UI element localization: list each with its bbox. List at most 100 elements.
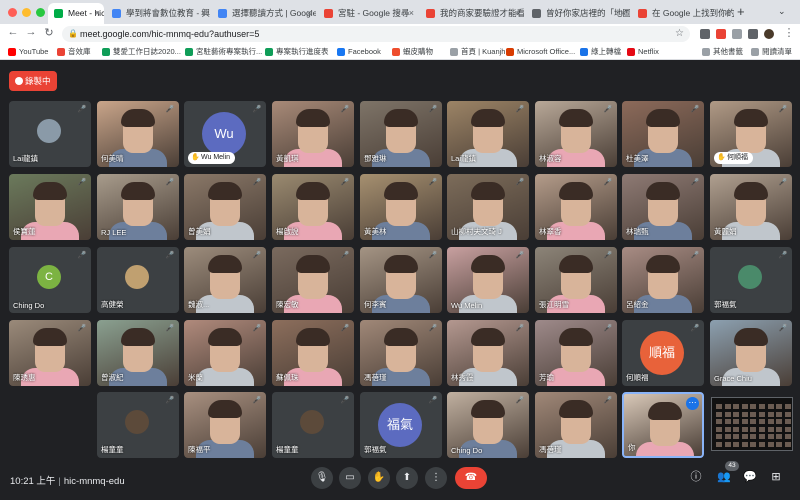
- bookmark-item[interactable]: 雙愛工作日誌2020...: [102, 46, 181, 58]
- participant-tile[interactable]: 🎤 黃凱琪: [272, 101, 354, 167]
- bookmark-item[interactable]: 閱讀清單: [751, 46, 792, 58]
- browser-tab[interactable]: 選擇聽讀方式 | Google ×: [212, 3, 316, 24]
- participant-tile[interactable]: 🎤 楊啟說: [272, 174, 354, 240]
- bookmark-item[interactable]: 綠上轉檔: [580, 46, 621, 58]
- participant-tile[interactable]: 🎤 楊童童: [97, 392, 179, 458]
- participant-tile[interactable]: 🎤 Grace Chiu: [710, 320, 792, 386]
- participant-tile[interactable]: 🎤 林瑞甄: [622, 174, 704, 240]
- participant-tile[interactable]: 🎤 RJ LEE: [97, 174, 179, 240]
- browser-tab[interactable]: 學到將會數位教育 - 興 ×: [106, 3, 210, 24]
- reload-icon[interactable]: ↻: [42, 26, 56, 39]
- participant-tile[interactable]: 🎤 何美晴: [97, 101, 179, 167]
- browser-tab[interactable]: 曾好你家店裡的「地圖 ×: [526, 3, 630, 24]
- participant-tile[interactable]: 🎤 高健榮: [97, 247, 179, 313]
- minimize-window-dot[interactable]: [22, 8, 31, 17]
- bookmark-item[interactable]: 蝦皮購物: [392, 46, 433, 58]
- new-tab-button[interactable]: +: [737, 4, 745, 19]
- participant-tile[interactable]: 🎤 侯寶蓮: [9, 174, 91, 240]
- participant-tile[interactable]: 🎤 林淑容: [535, 101, 617, 167]
- participant-tile[interactable]: 🎤 陳宏敏: [272, 247, 354, 313]
- activities-icon[interactable]: ⊞: [768, 469, 784, 485]
- bookmark-item[interactable]: 其他書籤: [702, 46, 743, 58]
- participant-tile[interactable]: 🎤 郭福氣: [710, 247, 792, 313]
- participant-tile[interactable]: 🎤 鄧雅琳: [360, 101, 442, 167]
- browser-tab[interactable]: 宮駐 - Google 搜尋 ×: [318, 3, 418, 24]
- tab-close-icon[interactable]: ×: [621, 3, 626, 24]
- participant-tile[interactable]: Wu 🎤 ✋ Wu Melin: [184, 101, 266, 167]
- participant-tile[interactable]: 🎤 米蘭: [184, 320, 266, 386]
- participant-tile[interactable]: 順福 🎤 何順福: [622, 320, 704, 386]
- bookmark-item[interactable]: Microsoft Office...: [506, 46, 575, 58]
- meeting-details-icon[interactable]: ⓘ: [688, 469, 704, 485]
- address-bar[interactable]: 🔒 meet.google.com/hic-mnmq-edu?authuser=…: [62, 26, 690, 42]
- extension-icon[interactable]: [700, 29, 710, 39]
- participant-tile[interactable]: 🎤 何李賓: [360, 247, 442, 313]
- camera-extension-icon[interactable]: [716, 29, 726, 39]
- leave-call-button[interactable]: ☎: [455, 467, 487, 489]
- camera-button[interactable]: ▭: [339, 467, 361, 489]
- participant-tile[interactable]: 🎤 芳瑜: [535, 320, 617, 386]
- back-icon[interactable]: ←: [6, 26, 20, 38]
- browser-tab[interactable]: 我的商家要驗證才能看 ×: [420, 3, 524, 24]
- participant-tile[interactable]: 🎤 魏淑...: [184, 247, 266, 313]
- browser-tab[interactable]: Meet - hic-mnmq-edu×: [48, 3, 104, 24]
- participant-tile[interactable]: 🎤 曾美娟: [184, 174, 266, 240]
- thumbnail-mini-tile: [750, 434, 757, 439]
- participant-tile[interactable]: 🎤⋯你: [622, 392, 704, 458]
- bookmark-item[interactable]: 首頁 | Kuanjhu: [450, 46, 510, 58]
- browser-tab[interactable]: 在 Google 上找到你的 ×: [632, 3, 734, 24]
- people-icon[interactable]: 👥: [716, 469, 732, 485]
- screen-share-thumbnail[interactable]: [711, 397, 793, 451]
- participant-tile[interactable]: 🎤 ✋ 何順福: [710, 101, 792, 167]
- tab-close-icon[interactable]: ×: [95, 3, 100, 24]
- bookmark-item[interactable]: 宮駐藝術專案執行...: [185, 46, 262, 58]
- raise-hand-button[interactable]: ✋: [368, 467, 390, 489]
- participant-tile[interactable]: 🎤 呂紹金: [622, 247, 704, 313]
- participant-tile[interactable]: 🎤 Lai龍鎮: [447, 101, 529, 167]
- media-icon[interactable]: [748, 29, 758, 39]
- tab-close-icon[interactable]: ×: [201, 3, 206, 24]
- tab-close-icon[interactable]: ×: [307, 3, 312, 24]
- bookmark-item[interactable]: 專案執行進度表: [265, 46, 329, 58]
- participant-tile[interactable]: 🎤 Ching Do: [447, 392, 529, 458]
- tab-close-icon[interactable]: ×: [725, 3, 730, 24]
- participant-tile[interactable]: 🎤 楊童童: [272, 392, 354, 458]
- participant-tile[interactable]: 🎤 黃麗娟: [710, 174, 792, 240]
- profile-avatar[interactable]: [764, 29, 774, 39]
- participant-tile[interactable]: 🎤 陳福平: [184, 392, 266, 458]
- bookmark-item[interactable]: 音效庫: [57, 46, 91, 58]
- bookmark-item[interactable]: Facebook: [337, 46, 381, 58]
- participant-tile[interactable]: 🎤 Lai龍鎮: [9, 101, 91, 167]
- participant-tile[interactable]: 🎤 曾淑紀: [97, 320, 179, 386]
- present-screen-button[interactable]: ⬆: [396, 467, 418, 489]
- more-options-button[interactable]: ⋮: [425, 467, 447, 489]
- microphone-button[interactable]: 🎙: [311, 467, 333, 489]
- participant-tile[interactable]: 🎤 蘇佩珠: [272, 320, 354, 386]
- participant-tile[interactable]: 🎤 林翠香: [535, 174, 617, 240]
- participant-tile[interactable]: 🎤 杜美澤: [622, 101, 704, 167]
- participant-tile[interactable]: 🎤 Wu Melin: [447, 247, 529, 313]
- puzzle-extension-icon[interactable]: [732, 29, 742, 39]
- participant-tile[interactable]: 🎤 黃美林: [360, 174, 442, 240]
- self-tile-more-icon[interactable]: ⋯: [686, 397, 699, 410]
- participant-tile[interactable]: 🎤 陳琇惠: [9, 320, 91, 386]
- bookmark-item[interactable]: Netflix: [627, 46, 659, 58]
- participant-tile[interactable]: 🎤 馮蓓瑾: [360, 320, 442, 386]
- bookmark-item[interactable]: YouTube: [8, 46, 48, 58]
- bookmark-label: Netflix: [638, 47, 659, 56]
- participant-tile[interactable]: 🎤 張江明雪: [535, 247, 617, 313]
- bookmark-star-icon[interactable]: ☆: [675, 26, 684, 42]
- close-window-dot[interactable]: [8, 8, 17, 17]
- maximize-window-dot[interactable]: [36, 8, 45, 17]
- participant-tile[interactable]: 🎤 林秀霞: [447, 320, 529, 386]
- tab-close-icon[interactable]: ×: [409, 3, 414, 24]
- forward-icon[interactable]: →: [24, 26, 38, 38]
- participant-tile[interactable]: 🎤 馮蓓瑾: [535, 392, 617, 458]
- chat-icon[interactable]: 💬: [742, 469, 758, 485]
- participant-tile[interactable]: C 🎤 Ching Do: [9, 247, 91, 313]
- participant-tile[interactable]: 🎤 山柳村夫文琦 J: [447, 174, 529, 240]
- tab-search-icon[interactable]: ⌄: [778, 6, 786, 17]
- participant-tile[interactable]: 福氣 🎤 郭福氣: [360, 392, 442, 458]
- browser-menu-icon[interactable]: ⋮: [782, 26, 796, 39]
- tab-close-icon[interactable]: ×: [515, 3, 520, 24]
